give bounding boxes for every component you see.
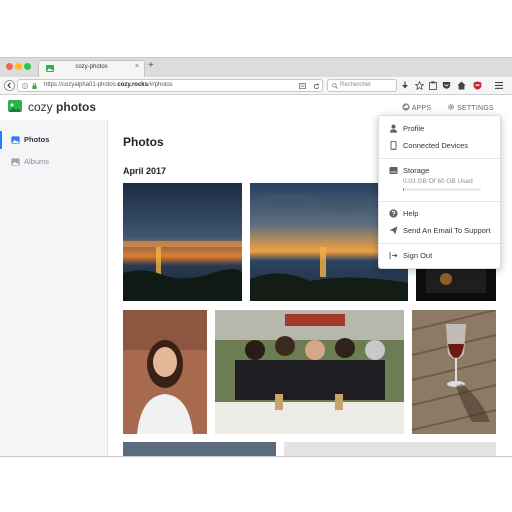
url-text[interactable]: https://cozyalpha01-photos.cozy.rocks/#/… [44,82,173,88]
bookmark-star-icon[interactable] [415,81,424,90]
cozy-photos-logo-icon [8,100,22,112]
active-indicator [0,131,2,149]
menu-divider [379,158,500,159]
help-icon [389,209,398,218]
sidebar-item-label: Albums [24,157,50,166]
sidebar-item-photos[interactable]: Photos [0,131,107,149]
brand-bold: photos [56,100,97,114]
lock-icon [32,83,37,89]
sidebar: Photos Albums [0,120,108,456]
menu-item-help[interactable]: Help [379,207,500,221]
menu-item-profile[interactable]: Profile [379,122,500,136]
photo-group-dinner[interactable] [215,310,404,434]
reader-view-icon[interactable] [299,83,306,89]
clipboard-icon[interactable] [429,81,437,90]
settings-label: SETTINGS [457,105,494,112]
storage-usage-text: 0.03 GB Of 60 GB Used [403,178,473,185]
browser-tab[interactable]: cozy-photos × [38,60,145,77]
settings-button[interactable]: SETTINGS [447,103,494,112]
apps-button[interactable]: APPS [402,103,431,112]
menu-divider [379,243,500,244]
send-icon [389,226,398,235]
menu-item-label: Storage [403,166,430,175]
menu-divider [379,201,500,202]
reload-icon[interactable] [313,83,320,90]
url-suffix: /#/photos [147,82,173,88]
minimize-window-button[interactable] [15,63,22,70]
home-icon[interactable] [457,81,466,90]
app-brand: cozy photos [28,100,96,114]
photo-wine-glass[interactable] [412,310,496,434]
menu-item-sign-out[interactable]: Sign Out [379,249,500,263]
cloud-icon [402,103,410,111]
photo-sunset-sea[interactable] [123,183,242,301]
page-title: Photos [123,135,164,149]
search-placeholder: Rechercher [340,82,372,88]
menu-item-storage[interactable]: Storage [379,164,500,178]
adblock-shield-icon[interactable] [473,81,482,90]
storage-icon [389,167,398,174]
sign-out-icon [389,251,398,260]
search-bar[interactable]: Rechercher [327,79,397,92]
sidebar-item-label: Photos [24,135,50,144]
month-heading: April 2017 [123,166,167,176]
menu-item-label: Profile [403,124,425,133]
brand-light: cozy [28,100,53,114]
photo-row3-1[interactable] [123,442,276,456]
menu-item-label: Sign Out [403,251,433,260]
gear-icon [448,104,454,110]
menu-item-label: Help [403,209,419,218]
menu-item-support[interactable]: Send An Email To Support [379,224,500,238]
storage-progress-fill [403,188,404,191]
sidebar-item-albums[interactable]: Albums [0,153,107,171]
navigation-bar: https://cozyalpha01-photos.cozy.rocks/#/… [0,77,512,95]
photo-woman-portrait[interactable] [123,310,207,434]
download-icon[interactable] [401,81,409,90]
info-icon[interactable] [22,83,28,89]
settings-menu: Profile Connected Devices Storage 0.03 G… [378,115,501,269]
close-window-button[interactable] [6,63,13,70]
photo-row3-2[interactable] [284,442,496,456]
apps-label: APPS [411,105,432,112]
menu-item-label: Send An Email To Support [403,226,491,235]
search-icon [332,83,338,89]
menu-item-label: Connected Devices [403,141,469,150]
phone-icon [390,141,397,150]
tab-close-icon[interactable]: × [135,63,139,70]
tab-title: cozy-photos [75,64,108,70]
maximize-window-button[interactable] [24,63,31,70]
photos-icon [11,136,20,144]
albums-icon [11,158,20,166]
tab-bar: cozy-photos × + [0,58,512,77]
url-bar[interactable]: https://cozyalpha01-photos.cozy.rocks/#/… [17,79,323,92]
storage-progress-bar [403,188,481,191]
url-prefix: https://cozyalpha01-photos. [44,82,118,88]
url-domain: cozy.rocks [117,82,148,88]
new-tab-button[interactable]: + [148,60,154,71]
menu-item-connected-devices[interactable]: Connected Devices [379,139,500,153]
back-icon[interactable] [4,80,15,91]
pocket-icon[interactable] [442,81,451,90]
hamburger-menu-icon[interactable] [495,82,503,89]
user-icon [389,124,398,133]
